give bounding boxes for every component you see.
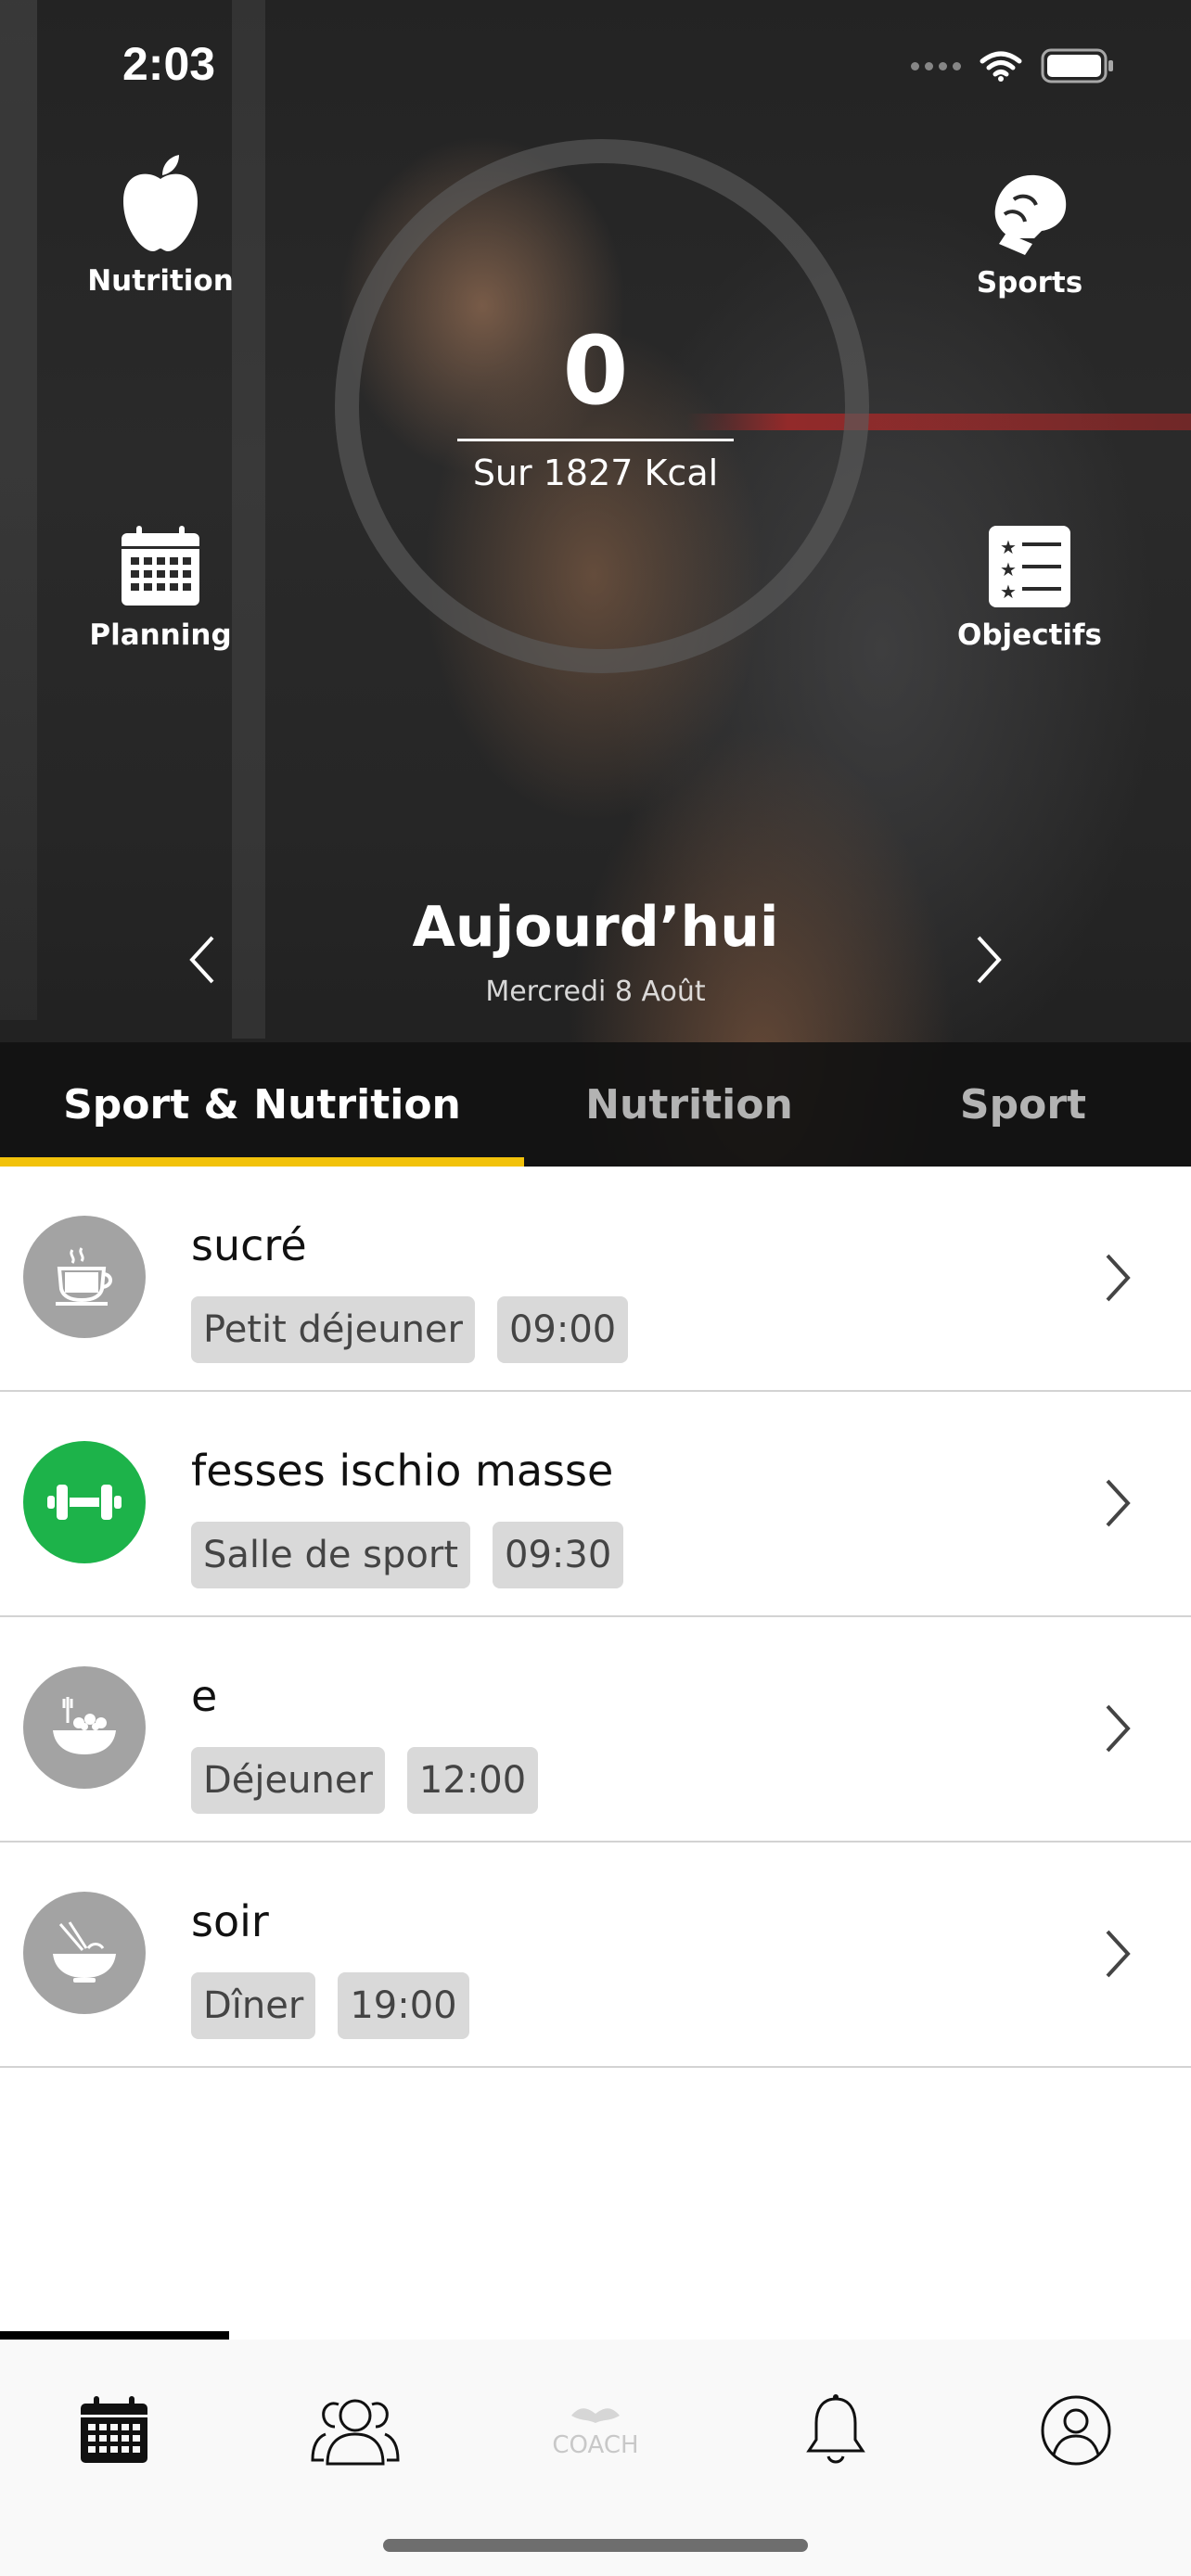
shortcut-objectifs[interactable]: ★ ★ ★ Objectifs [928, 524, 1132, 652]
category-badge: Salle de sport [191, 1522, 470, 1588]
list-item[interactable]: soir Dîner 19:00 [0, 1843, 1191, 2068]
checklist-icon: ★ ★ ★ [989, 526, 1070, 607]
battery-icon [1041, 48, 1113, 83]
chevron-right-icon [1106, 1254, 1131, 1302]
shortcut-planning[interactable]: Planning [58, 524, 263, 652]
status-time: 2:03 [122, 38, 216, 90]
tab-sport[interactable]: Sport [890, 1042, 1156, 1167]
nav-profile[interactable] [1020, 2375, 1132, 2486]
time-badge: 12:00 [406, 1747, 539, 1814]
category-badge: Déjeuner [191, 1747, 385, 1814]
status-indicators [911, 48, 1115, 83]
category-badge: Petit déjeuner [191, 1296, 475, 1363]
previous-day-button[interactable] [174, 927, 230, 992]
coffee-cup-icon [23, 1216, 146, 1338]
list-item[interactable]: e Déjeuner 12:00 [0, 1617, 1191, 1843]
svg-text:★: ★ [1000, 536, 1017, 558]
bell-icon [806, 2394, 865, 2464]
item-tags: Salle de sport 09:30 [191, 1522, 624, 1588]
nav-calendar[interactable] [58, 2375, 170, 2486]
nav-coach[interactable]: COACH [540, 2375, 651, 2486]
apple-icon [123, 155, 198, 251]
category-badge: Dîner [191, 1972, 316, 2039]
item-tags: Déjeuner 12:00 [191, 1747, 539, 1814]
profile-icon [1041, 2395, 1111, 2466]
item-tags: Dîner 19:00 [191, 1972, 469, 2039]
signal-icon [911, 61, 961, 70]
time-badge: 09:00 [496, 1296, 629, 1363]
calendar-icon [122, 526, 199, 606]
home-indicator [383, 2539, 808, 2552]
active-nav-indicator [0, 2331, 229, 2340]
shortcut-sports[interactable]: Sports [928, 172, 1132, 300]
calories-goal-label: Sur 1827 Kcal [472, 453, 719, 493]
calories-divider [457, 439, 734, 441]
date-subtitle: Mercredi 8 Août [485, 976, 706, 1008]
chevron-right-icon [1106, 1930, 1131, 1978]
svg-text:★: ★ [1000, 580, 1017, 603]
nav-notifications[interactable] [780, 2375, 891, 2486]
tab-sport-nutrition[interactable]: Sport & Nutrition [0, 1042, 524, 1167]
chevron-right-icon [1106, 1479, 1131, 1527]
shortcut-label: Sports [976, 266, 1083, 300]
chevron-left-icon [189, 936, 214, 984]
date-title: Aujourd’hui [412, 895, 779, 960]
boxing-glove-icon [994, 174, 1067, 255]
item-title: fesses ischio masse [191, 1446, 614, 1496]
tab-nutrition[interactable]: Nutrition [547, 1042, 831, 1167]
shortcut-label: Objectifs [957, 618, 1102, 652]
calories-value: 0 [562, 316, 629, 427]
shortcut-label: Planning [89, 618, 232, 652]
chevron-right-icon [1106, 1704, 1131, 1753]
active-tab-indicator [0, 1157, 524, 1167]
item-title: e [191, 1671, 218, 1721]
item-title: soir [191, 1896, 269, 1946]
next-day-button[interactable] [961, 927, 1017, 992]
hero-header: 2:03 0 Sur 1827 Kcal Nutrition Sports Pl… [0, 0, 1191, 1167]
time-badge: 19:00 [338, 1972, 469, 2039]
item-title: sucré [191, 1220, 307, 1270]
coach-label: COACH [552, 2430, 639, 2459]
svg-text:★: ★ [1000, 558, 1017, 580]
wifi-icon [980, 51, 1022, 82]
salad-bowl-icon [23, 1666, 146, 1789]
time-badge: 09:30 [493, 1522, 624, 1588]
dumbbell-icon [23, 1441, 146, 1563]
list-item[interactable]: sucré Petit déjeuner 09:00 [0, 1167, 1191, 1392]
community-icon [311, 2399, 400, 2466]
coach-logo: COACH [552, 2403, 639, 2459]
schedule-list: sucré Petit déjeuner 09:00 fesses ischio… [0, 1167, 1191, 2068]
noodle-bowl-icon [23, 1892, 146, 2014]
calendar-icon [81, 2396, 147, 2463]
nav-community[interactable] [300, 2375, 411, 2486]
filter-tabs: Sport & Nutrition Nutrition Sport [0, 1042, 1191, 1167]
item-tags: Petit déjeuner 09:00 [191, 1296, 629, 1363]
shortcut-label: Nutrition [87, 264, 234, 298]
background-light-strip [0, 0, 37, 1020]
list-item[interactable]: fesses ischio masse Salle de sport 09:30 [0, 1392, 1191, 1617]
chevron-right-icon [977, 936, 1002, 984]
shortcut-nutrition[interactable]: Nutrition [58, 153, 263, 298]
